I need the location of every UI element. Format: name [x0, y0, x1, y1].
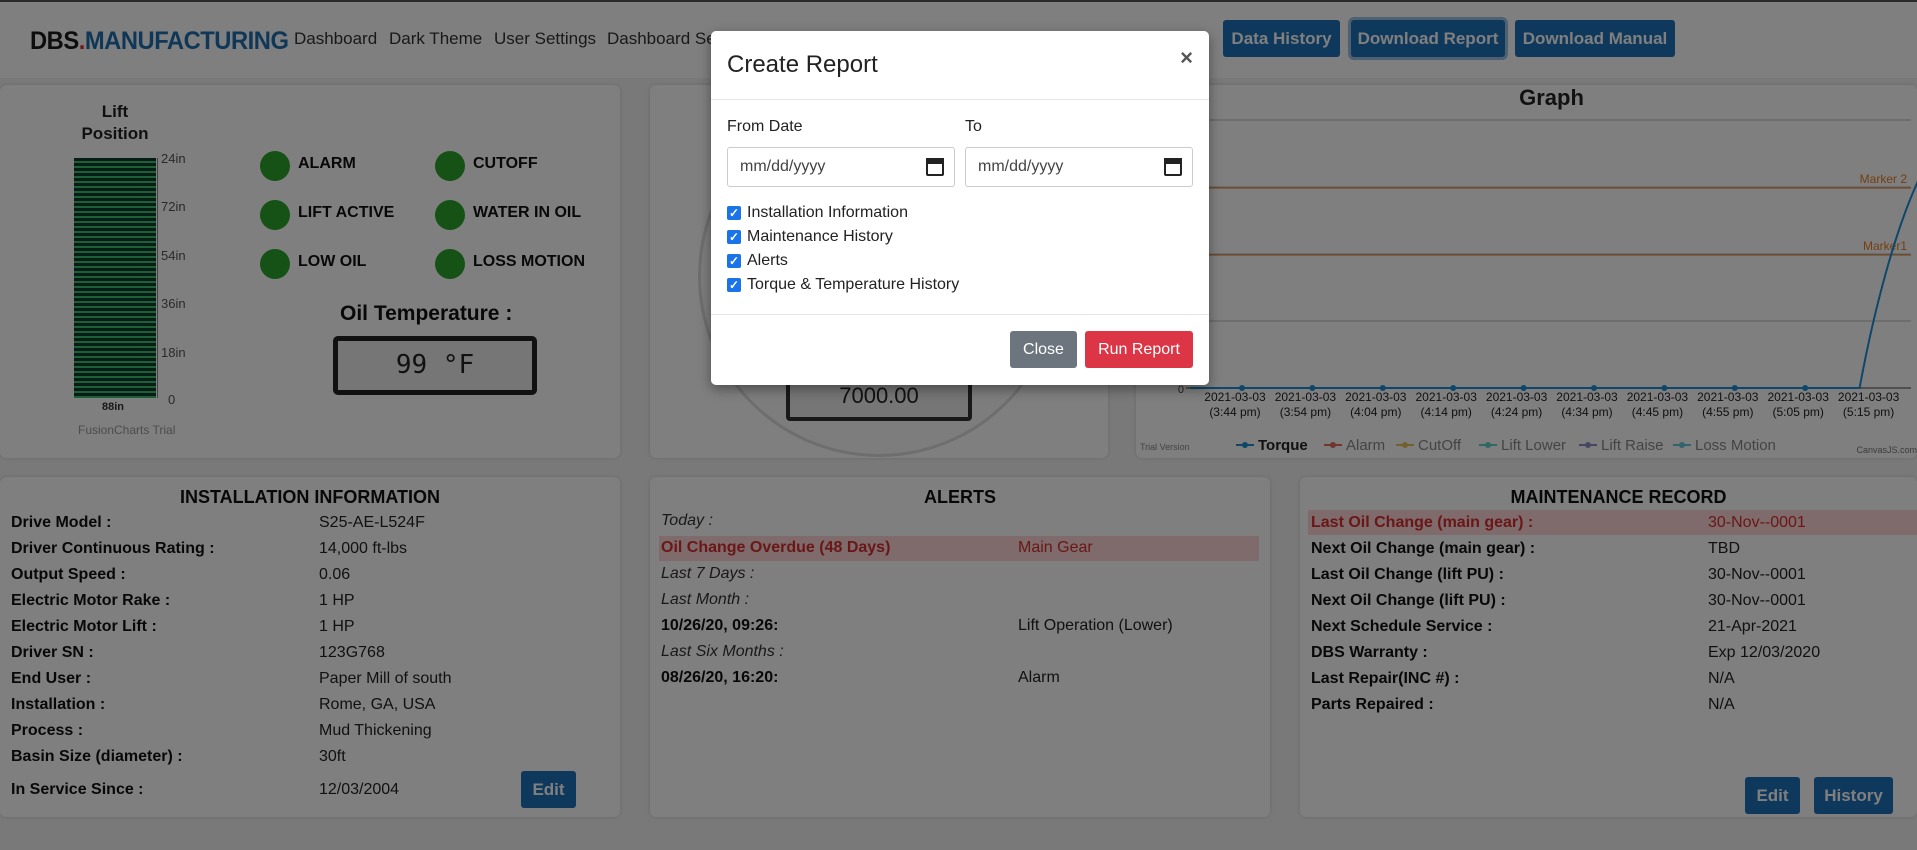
torque-temp-history-checkbox[interactable]: ✓ [727, 278, 741, 292]
modal-close-button[interactable]: Close [1010, 331, 1077, 368]
calendar-icon[interactable] [1164, 158, 1182, 176]
calendar-icon[interactable] [926, 158, 944, 176]
alerts-option-label: Alerts [747, 252, 788, 269]
alerts-checkbox[interactable]: ✓ [727, 254, 741, 268]
installation-info-checkbox[interactable]: ✓ [727, 206, 741, 220]
run-report-button[interactable]: Run Report [1085, 331, 1193, 368]
to-date-input[interactable]: mm/dd/yyyy [965, 147, 1193, 187]
create-report-modal: Create Report × From Date mm/dd/yyyy To … [711, 31, 1209, 385]
to-date-label: To [965, 118, 982, 135]
from-date-label: From Date [727, 118, 803, 135]
installation-info-option-label: Installation Information [747, 204, 908, 221]
from-date-input[interactable]: mm/dd/yyyy [727, 147, 955, 187]
maintenance-history-checkbox[interactable]: ✓ [727, 230, 741, 244]
modal-title: Create Report [727, 51, 878, 78]
maintenance-history-option-label: Maintenance History [747, 228, 893, 245]
modal-close-x-icon[interactable]: × [1180, 45, 1193, 71]
torque-temp-history-option-label: Torque & Temperature History [747, 276, 960, 293]
